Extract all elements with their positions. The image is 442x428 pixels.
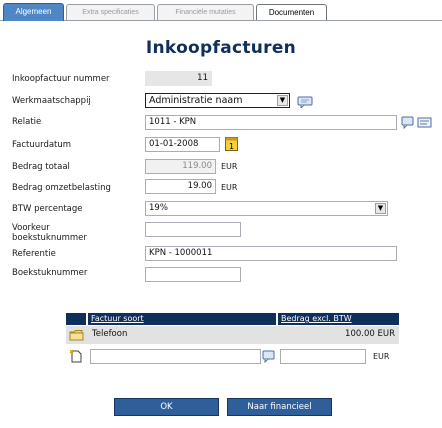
row-type: Telefoon (92, 329, 128, 339)
reference-field[interactable]: KPN - 1000011 (145, 246, 397, 261)
calendar-icon[interactable]: 1 (225, 137, 238, 151)
row-amount: 100.00 EUR (345, 329, 395, 339)
invoice-number-label: Inkoopfactuur nummer (12, 74, 110, 84)
comment-icon[interactable] (262, 350, 276, 363)
tab-divider (0, 20, 442, 21)
table-header-blank (66, 313, 86, 325)
company-select[interactable]: Administratie naam ▼ (145, 93, 290, 108)
page-title: Inkoopfacturen (145, 38, 297, 58)
vat-amount-unit: EUR (221, 183, 238, 192)
relation-field[interactable]: 1011 - KPN (145, 115, 397, 130)
booking-number-field[interactable] (145, 267, 241, 282)
vat-amount-field[interactable]: 19.00 (145, 179, 216, 194)
relation-label: Relatie (12, 117, 42, 127)
tab-bar: Algemeen Extra specificaties Financiële … (0, 0, 442, 22)
table-header-type-label: Factuur soort (91, 314, 144, 323)
preferred-number-label: Voorkeur boekstuknummer (12, 223, 87, 243)
financial-button[interactable]: Naar financieel (227, 398, 332, 416)
company-select-value: Administratie naam (149, 95, 243, 106)
preferred-number-label-line1: Voorkeur (12, 223, 50, 233)
tab-financiele-mutaties[interactable]: Financiële mutaties (157, 4, 254, 20)
tab-extra-specificaties[interactable]: Extra specificaties (66, 4, 155, 20)
chevron-down-icon[interactable]: ▼ (375, 203, 386, 214)
table-header-amount: Bedrag excl. BTW (278, 313, 399, 325)
invoice-date-label: Factuurdatum (12, 140, 72, 150)
total-amount-field: 119.00 (145, 159, 216, 174)
tab-algemeen[interactable]: Algemeen (3, 3, 64, 21)
tab-documenten[interactable]: Documenten (256, 4, 327, 20)
new-row-amount-unit: EUR (373, 352, 390, 361)
chevron-down-icon[interactable]: ▼ (277, 95, 288, 106)
vat-amount-label: Bedrag omzetbelasting (12, 183, 111, 193)
svg-text:1: 1 (229, 142, 234, 151)
folder-icon[interactable] (69, 329, 84, 341)
reference-label: Referentie (12, 249, 56, 259)
comment-icon[interactable] (297, 96, 315, 108)
address-card-icon[interactable] (417, 116, 432, 129)
invoice-date-field[interactable]: 01-01-2008 (145, 137, 220, 152)
company-label: Werkmaatschappij (12, 96, 91, 106)
table-header-amount-label: Bedrag excl. BTW (281, 314, 352, 323)
total-amount-unit: EUR (221, 162, 238, 171)
comment-icon[interactable] (401, 116, 415, 129)
vat-percentage-label: BTW percentage (12, 204, 83, 214)
preferred-number-label-line2: boekstuknummer (12, 233, 87, 243)
new-row-icon[interactable] (69, 349, 83, 363)
ok-button[interactable]: OK (114, 398, 219, 416)
new-row-type-field[interactable] (90, 349, 261, 364)
invoice-number-field: 11 (145, 71, 212, 86)
new-row-amount-field[interactable] (280, 349, 366, 364)
table-row[interactable]: Telefoon 100.00 EUR (66, 326, 399, 344)
vat-percentage-value: 19% (149, 203, 168, 213)
vat-percentage-select[interactable]: 19% ▼ (145, 201, 388, 216)
total-amount-label: Bedrag totaal (12, 162, 70, 172)
booking-number-label: Boekstuknummer (12, 268, 88, 278)
preferred-number-field[interactable] (145, 222, 241, 237)
table-new-row: EUR (66, 346, 399, 366)
table-header-type: Factuur soort (88, 313, 276, 325)
